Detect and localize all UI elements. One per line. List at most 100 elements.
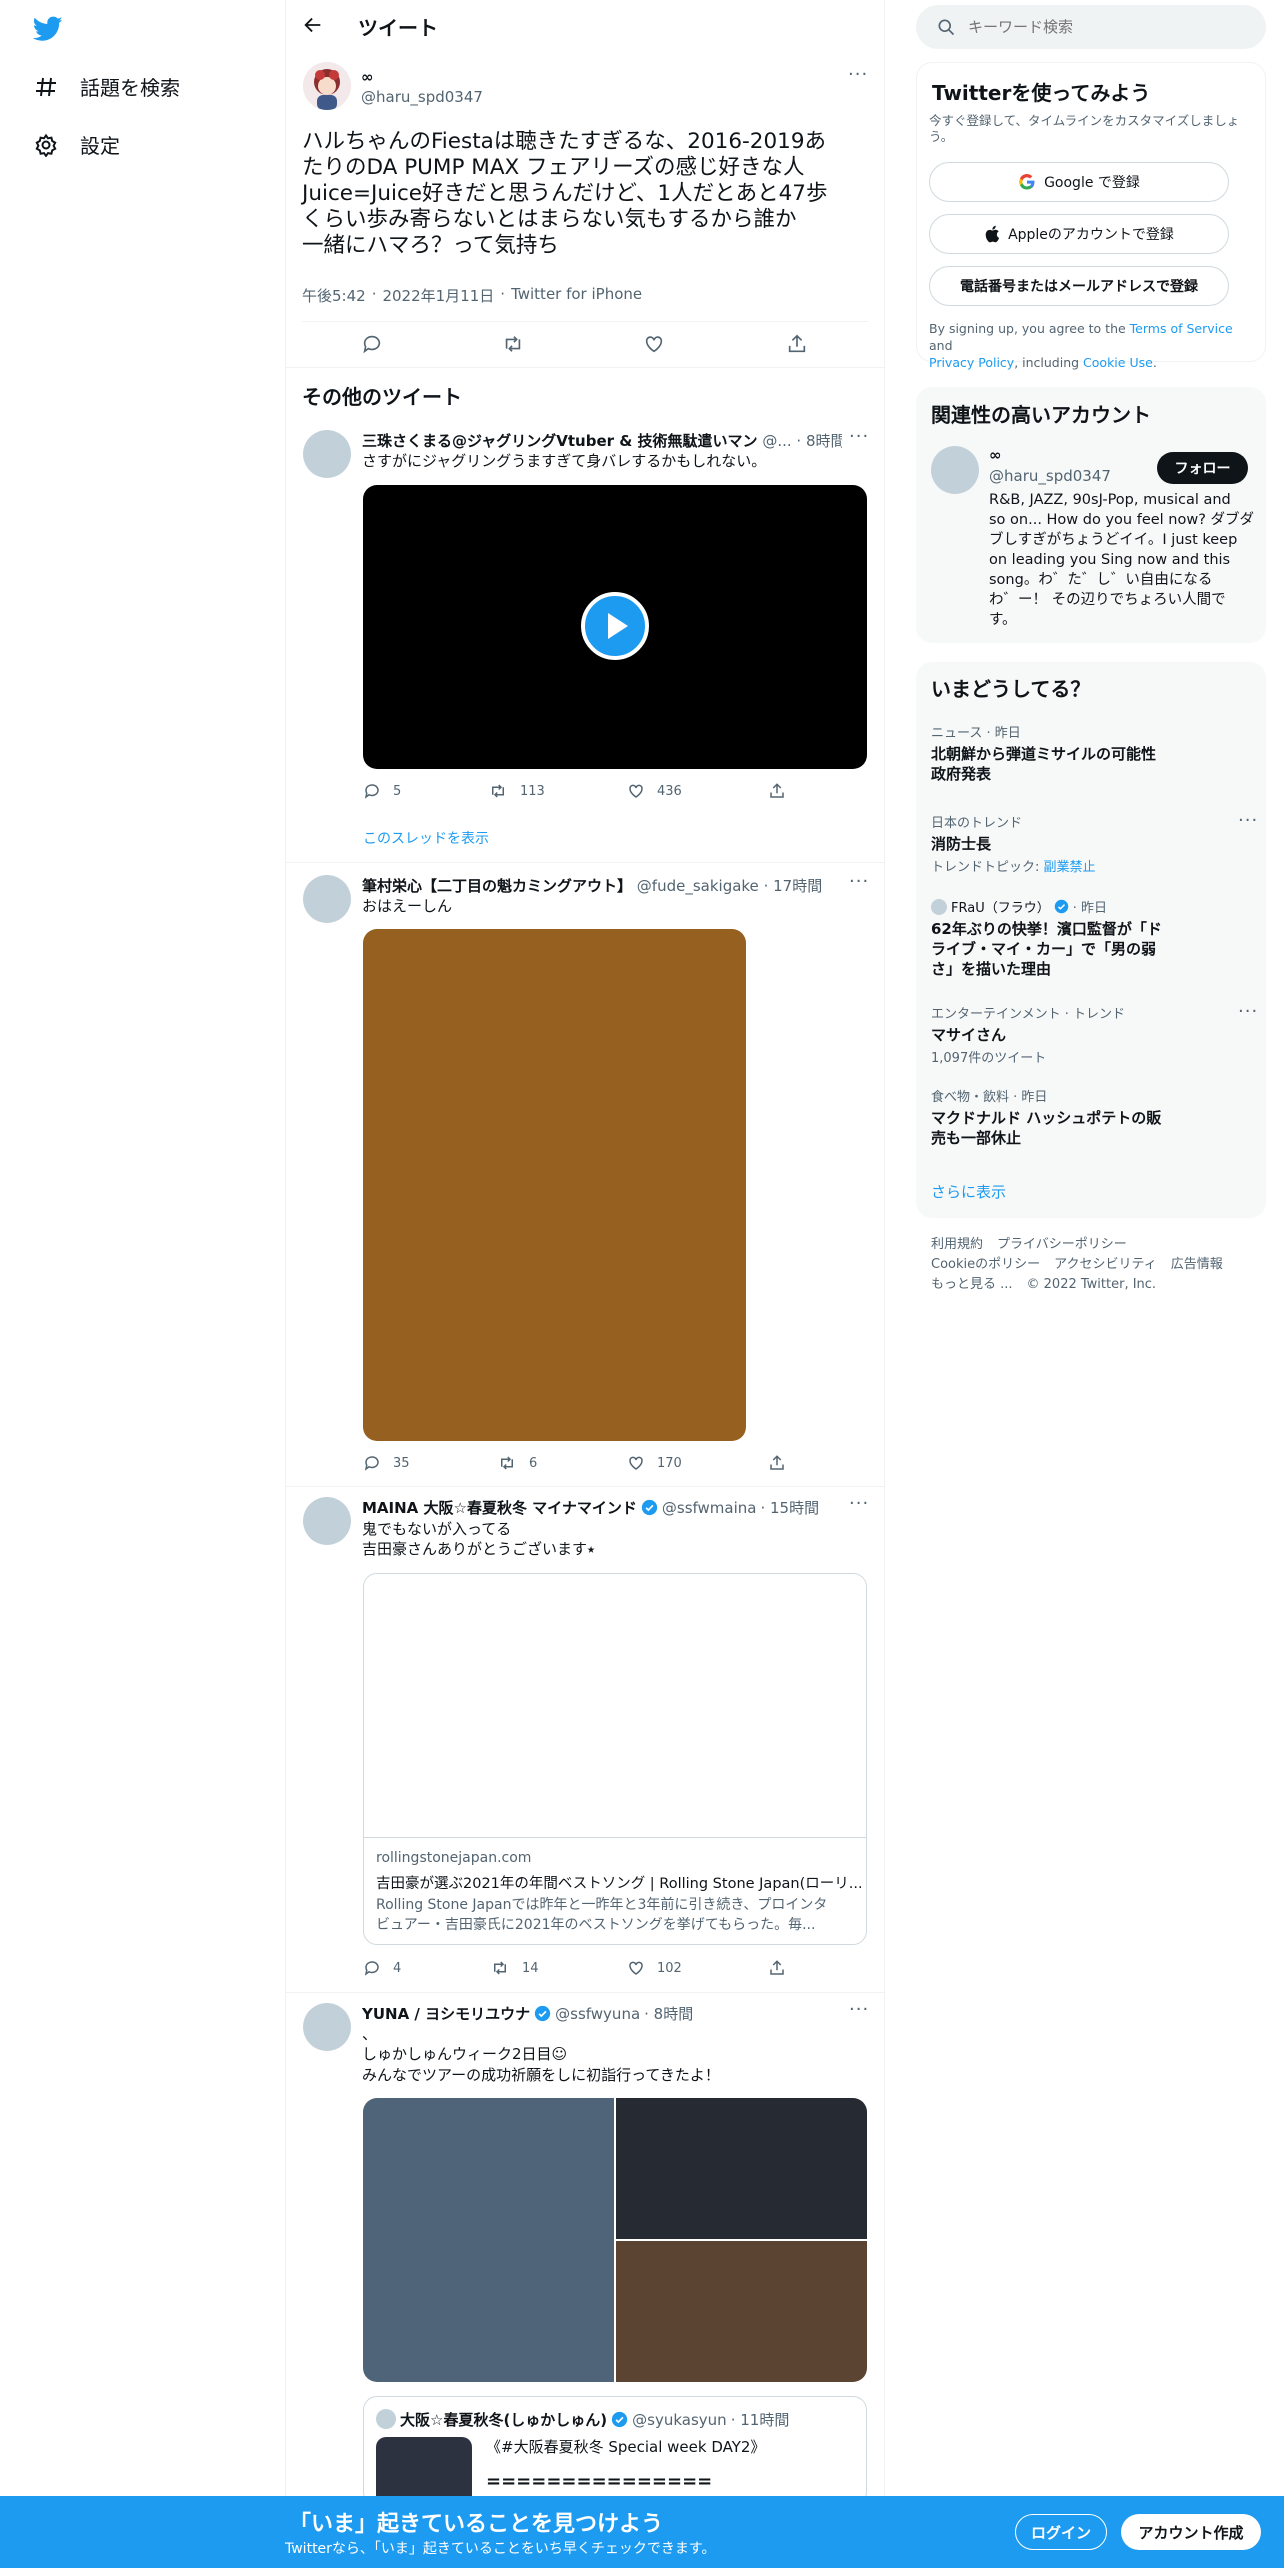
more-options-icon[interactable]: ··· xyxy=(1238,1001,1258,1022)
retweet-button[interactable]: 6 xyxy=(497,1454,537,1472)
like-button[interactable]: 170 xyxy=(627,1454,682,1472)
trend-title: 北朝鮮から弾道ミサイルの可能性 xyxy=(931,745,1157,763)
trend-item[interactable]: ニュース · 昨日 北朝鮮から弾道ミサイルの可能性 政府発表 xyxy=(931,722,1251,784)
link-card[interactable]: rollingstonejapan.com 吉田豪が選ぶ2021年の年間ベストソ… xyxy=(363,1573,867,1945)
follow-button[interactable]: フォロー xyxy=(1157,452,1248,484)
footer-terms-link[interactable]: 利用規約 xyxy=(931,1235,983,1255)
reply-icon[interactable] xyxy=(361,333,383,355)
play-icon[interactable] xyxy=(581,592,649,660)
retweet-button[interactable]: 113 xyxy=(488,782,545,800)
retweet-button[interactable]: 14 xyxy=(490,1959,539,1977)
tweet-time[interactable]: · 8時間 xyxy=(796,432,842,450)
retweet-count: 113 xyxy=(520,783,545,799)
author-handle[interactable]: @haru_spd0347 xyxy=(361,88,483,106)
related-name[interactable]: ∞ xyxy=(989,446,1002,464)
author-handle[interactable]: @... xyxy=(762,432,791,450)
tweet-date[interactable]: 2022年1月11日 xyxy=(382,285,494,306)
bottom-bar-subtitle: Twitterなら、「いま」起きていることをいち早くチェックできます。 xyxy=(285,2541,716,2557)
tweet-time[interactable]: · 8時間 xyxy=(644,2003,693,2024)
video-player[interactable] xyxy=(363,485,867,769)
trend-item[interactable]: 食べ物・飲料 · 昨日 マクドナルド ハッシュポテトの販 売も一部休止 xyxy=(931,1086,1251,1148)
author-handle[interactable]: @fude_sakigake xyxy=(637,877,759,895)
share-button[interactable] xyxy=(768,782,786,800)
tweet-source[interactable]: Twitter for iPhone xyxy=(511,285,642,306)
create-account-button[interactable]: アカウント作成 xyxy=(1121,2514,1261,2550)
gear-icon xyxy=(34,133,58,157)
tweet-image[interactable] xyxy=(616,2241,867,2382)
signup-subtitle: 今すぐ登録して、タイムラインをカスタマイズしましょう。 xyxy=(929,113,1240,144)
trend-item[interactable]: 日本のトレンド 消防士長 トレンドトピック: 副業禁止 xyxy=(931,812,1251,875)
share-icon[interactable] xyxy=(786,333,808,355)
show-thread-link[interactable]: このスレッドを表示 xyxy=(363,828,489,848)
verified-badge-icon xyxy=(534,2005,551,2022)
footer-ads-link[interactable]: 広告情報 xyxy=(1171,1255,1223,1275)
reply-button[interactable]: 35 xyxy=(363,1454,410,1472)
author-name[interactable]: ∞ xyxy=(361,68,374,86)
footer-privacy-link[interactable]: プライバシーポリシー xyxy=(997,1235,1127,1255)
tweet-image[interactable] xyxy=(616,2098,867,2239)
tweet-image[interactable] xyxy=(363,2098,614,2382)
login-button[interactable]: ログイン xyxy=(1015,2514,1107,2550)
quote-tweet[interactable]: 大阪☆春夏秋冬(しゅかしゅん) @syukasyun · 11時間 《#大阪春夏… xyxy=(363,2396,867,2506)
author-name[interactable]: MAINA 大阪☆春夏秋冬 マイナマインド xyxy=(362,1497,637,1518)
more-options-icon[interactable]: ··· xyxy=(849,871,869,892)
nav-settings[interactable]: 設定 xyxy=(34,130,120,159)
footer-accessibility-link[interactable]: アクセシビリティ xyxy=(1054,1255,1157,1275)
google-signup-button[interactable]: Google で登録 xyxy=(929,162,1229,202)
trend-item[interactable]: FRaU（フラウ） · 昨日 62年ぶりの快挙！濱口監督が「ド ライブ・マイ・カ… xyxy=(931,897,1251,979)
share-button[interactable] xyxy=(768,1959,786,1977)
cookie-link[interactable]: Cookie Use xyxy=(1083,355,1153,370)
author-name[interactable]: YUNA / ヨシモリユウナ xyxy=(362,2003,530,2024)
reply-button[interactable]: 4 xyxy=(363,1959,401,1977)
trend-item[interactable]: エンターテインメント · トレンド マサイさん 1,097件のツイート xyxy=(931,1003,1251,1066)
back-arrow-icon[interactable] xyxy=(302,14,324,36)
more-options-icon[interactable]: ··· xyxy=(848,64,868,85)
related-handle[interactable]: @haru_spd0347 xyxy=(989,467,1111,485)
tweet-image[interactable] xyxy=(363,929,746,1441)
author-name[interactable]: 筆村栄心【二丁目の魁カミングアウト】 xyxy=(362,877,632,895)
terms-link[interactable]: Terms of Service xyxy=(1130,321,1233,336)
more-options-icon[interactable]: ··· xyxy=(849,1493,869,1514)
more-options-icon[interactable]: ··· xyxy=(849,1999,869,2020)
heart-icon[interactable] xyxy=(643,333,665,355)
like-button[interactable]: 102 xyxy=(627,1959,682,1977)
main-column: ツイート ∞ @haru_spd0347 ··· ハルちゃんのFiestaは聴き… xyxy=(285,0,885,2568)
heart-icon xyxy=(627,1959,645,1977)
author-name[interactable]: 三珠さくまる@ジャグリングVtuber & 技術無駄遣いマン xyxy=(362,432,758,450)
like-button[interactable]: 436 xyxy=(627,782,682,800)
avatar[interactable] xyxy=(303,875,351,923)
tweet-line: Juice=Juice好きだと思うんだけど、1人だとあと47歩 xyxy=(302,181,828,206)
search-input[interactable] xyxy=(968,15,1248,39)
retweet-icon[interactable] xyxy=(501,333,525,355)
show-more-link[interactable]: さらに表示 xyxy=(931,1181,1006,1202)
phone-email-signup-button[interactable]: 電話番号またはメールアドレスで登録 xyxy=(929,266,1229,306)
tweet-text: 、 xyxy=(362,2025,378,2043)
tweet-time[interactable]: 午後5:42 xyxy=(302,285,366,306)
more-options-icon[interactable]: ··· xyxy=(1238,810,1258,831)
avatar[interactable] xyxy=(303,1497,351,1545)
trend-title: 政府発表 xyxy=(931,765,992,783)
apple-signup-button[interactable]: Appleのアカウントで登録 xyxy=(929,214,1229,254)
tweet-time[interactable]: · 17時間 xyxy=(764,877,823,895)
avatar[interactable] xyxy=(303,430,351,478)
twitter-logo-icon[interactable] xyxy=(33,16,63,42)
trends-card: いまどうしてる？ ニュース · 昨日 北朝鮮から弾道ミサイルの可能性 政府発表 … xyxy=(916,662,1266,1218)
avatar[interactable] xyxy=(931,446,979,494)
author-handle[interactable]: @ssfwmaina xyxy=(662,1499,757,1517)
author-handle[interactable]: @ssfwyuna xyxy=(555,2005,640,2023)
search-box[interactable] xyxy=(916,5,1266,49)
share-button[interactable] xyxy=(768,1454,786,1472)
more-options-icon[interactable]: ··· xyxy=(849,426,869,447)
avatar[interactable] xyxy=(303,2003,351,2051)
tweet-time[interactable]: · 15時間 xyxy=(760,1497,819,1518)
heart-icon xyxy=(627,1454,645,1472)
link-card-description: ビュアー・吉田豪氏に2021年のベストソングを挙げてもらった。毎... xyxy=(376,1917,816,1933)
trend-topic-link[interactable]: 副業禁止 xyxy=(1044,860,1096,875)
google-icon xyxy=(1018,173,1036,191)
privacy-link[interactable]: Privacy Policy xyxy=(929,355,1014,370)
avatar[interactable] xyxy=(303,62,351,110)
nav-explore[interactable]: 話題を検索 xyxy=(34,72,180,101)
footer-cookie-link[interactable]: Cookieのポリシー xyxy=(931,1255,1040,1275)
reply-button[interactable]: 5 xyxy=(363,782,401,800)
footer-more-link[interactable]: もっと見る ... xyxy=(931,1275,1013,1295)
